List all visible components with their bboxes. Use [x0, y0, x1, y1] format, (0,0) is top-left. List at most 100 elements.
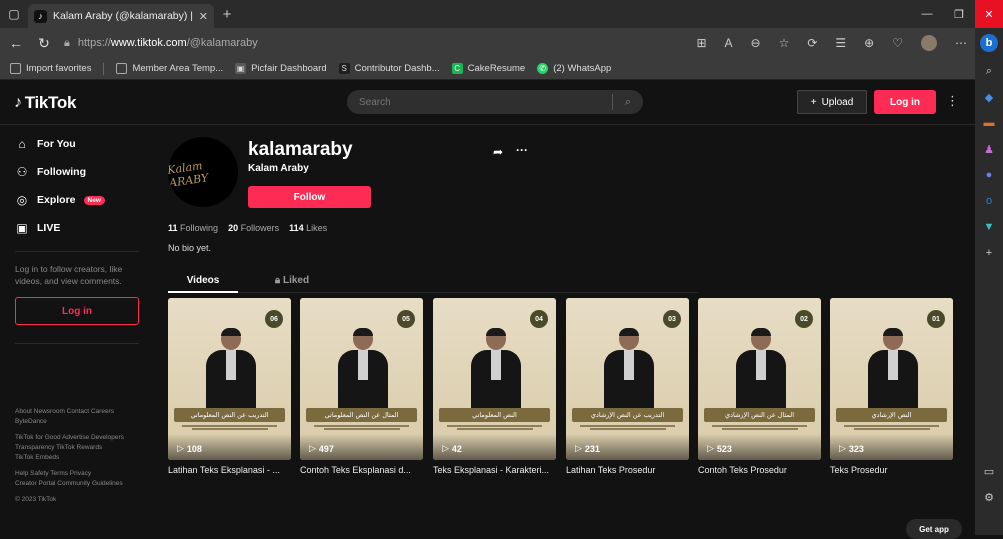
get-app-button[interactable]: Get app — [906, 519, 962, 539]
footer-line-transparency[interactable]: Transparency TikTok Rewards — [15, 443, 145, 453]
play-icon: ▷ — [839, 443, 846, 453]
cakeresume-icon: C — [451, 63, 463, 74]
view-count: ▷ 323 — [839, 443, 864, 454]
footer-line-creator-portal[interactable]: Creator Portal Community Guidelines — [15, 479, 145, 489]
bookmarks-bar: Import favorites Member Area Temp... ▣ P… — [0, 58, 975, 80]
bing-icon[interactable]: b — [980, 34, 998, 52]
video-title[interactable]: Contoh Teks Prosedur — [698, 465, 821, 475]
video-card[interactable]: 05 المثال عن النص المعلوماتي ▷ 497 Contoh Te… — [300, 298, 423, 475]
footer-line-tiktok-for-good[interactable]: TikTok for Good Advertise Developers — [15, 433, 145, 443]
tag-icon[interactable]: ◆ — [982, 90, 996, 104]
add-sidebar-icon[interactable]: + — [982, 246, 996, 260]
footer-line-embeds[interactable]: TikTok Embeds — [15, 453, 145, 463]
presenter-figure — [338, 328, 388, 410]
tab-actions-icon[interactable]: ▢ — [0, 0, 28, 28]
circle-app-icon[interactable]: ● — [982, 168, 996, 182]
back-icon[interactable]: ← — [8, 35, 24, 51]
bookmark-cakeresume[interactable]: C CakeResume — [451, 63, 525, 74]
address-bar: ← ↻ 🔒︎ https://www.tiktok.com/@kalamarab… — [0, 28, 975, 58]
view-count: ▷ 523 — [707, 443, 732, 454]
video-thumbnail[interactable]: 05 المثال عن النص المعلوماتي ▷ 497 — [300, 298, 423, 460]
header-login-button[interactable]: Log in — [874, 90, 936, 114]
edge-sidebar: b ⌕ ◆ ▬ ♟ ● o ▼ + ▭ ⚙ — [975, 28, 1003, 535]
bookmark-contributor[interactable]: S Contributor Dashb... — [338, 63, 440, 74]
grid-icon[interactable]: ⊞ — [696, 36, 706, 50]
extensions-icon[interactable]: ⟳ — [807, 36, 817, 50]
home-icon: ⌂ — [18, 137, 26, 151]
new-tab-button[interactable]: + — [214, 2, 240, 26]
left-navigation: ⌂ For You ⚇ Following ◎ Explore New ▣ LI… — [0, 125, 150, 535]
footer-links: About Newsroom Contact Careers ByteDance… — [15, 407, 145, 505]
footer-line-about[interactable]: About Newsroom Contact Careers — [15, 407, 145, 417]
video-card[interactable]: 03 التدريب عن النص الإرشادي ▷ 231 Latihan Te… — [566, 298, 689, 475]
video-title[interactable]: Latihan Teks Eksplanasi - ... — [168, 465, 291, 475]
active-tab-indicator — [168, 291, 238, 293]
video-thumbnail[interactable]: 03 التدريب عن النص الإرشادي ▷ 231 — [566, 298, 689, 460]
video-card[interactable]: 02 المثال عن النص الإرشادي ▷ 523 Contoh Teks… — [698, 298, 821, 475]
minimize-icon[interactable]: — — [911, 0, 943, 28]
likes-stat: 114 Likes — [289, 223, 328, 233]
live-icon: ▣ — [16, 221, 28, 235]
search-sidebar-icon[interactable]: ⌕ — [982, 64, 996, 78]
video-card[interactable]: 01 النص الإرشادي ▷ 323 Teks Prosedur — [830, 298, 953, 475]
collections-icon[interactable]: ⊕ — [864, 36, 874, 50]
avatar-logo: Kalam ARABY — [168, 159, 210, 190]
video-thumbnail[interactable]: 04 النص المعلوماتي ▷ 42 — [433, 298, 556, 460]
follow-button[interactable]: Follow — [248, 186, 371, 208]
close-window-icon[interactable]: ✕ — [975, 0, 1003, 28]
sidebar-item-live[interactable]: ▣ LIVE — [15, 221, 60, 235]
following-stat[interactable]: 11 Following — [168, 223, 218, 233]
favorites-list-icon[interactable]: ☰ — [835, 36, 846, 50]
following-icon: ⚇ — [16, 165, 28, 179]
heart-icon[interactable]: ♡ — [892, 36, 903, 50]
outlook-icon[interactable]: o — [982, 194, 996, 208]
video-thumbnail[interactable]: 06 التدريب عن النص المعلوماتي ▷ 108 — [168, 298, 291, 460]
share-icon[interactable]: ➦ — [493, 145, 503, 159]
bookmark-member-area[interactable]: Member Area Temp... — [116, 63, 223, 74]
profile-more-icon[interactable]: ··· — [516, 143, 528, 157]
url-field[interactable]: 🔒︎ https://www.tiktok.com/@kalamaraby — [64, 32, 624, 54]
bookmark-picfair[interactable]: ▣ Picfair Dashboard — [235, 63, 327, 74]
window-controls: — ❐ ✕ — [911, 0, 1003, 28]
sidebar-item-for-you[interactable]: ⌂ For You — [15, 137, 75, 151]
video-card[interactable]: 04 النص المعلوماتي ▷ 42 Teks Eksplanasi - Ka… — [433, 298, 556, 475]
tab-close-icon[interactable]: ✕ — [199, 10, 208, 23]
sidebar-item-explore[interactable]: ◎ Explore New — [15, 193, 105, 207]
settings-more-icon[interactable]: ⋯ — [955, 36, 967, 50]
zoom-icon[interactable]: ⊖ — [751, 36, 761, 50]
browser-tab[interactable]: ♪ Kalam Araby (@kalamaraby) | Tik ✕ — [28, 4, 214, 28]
bookmark-whatsapp[interactable]: ✆ (2) WhatsApp — [537, 63, 611, 74]
view-count: ▷ 497 — [309, 443, 334, 454]
sidebar-login-button[interactable]: Log in — [15, 297, 139, 325]
video-thumbnail[interactable]: 01 النص الإرشادي ▷ 323 — [830, 298, 953, 460]
briefcase-icon[interactable]: ▬ — [982, 116, 996, 130]
sidebar-item-following[interactable]: ⚇ Following — [15, 165, 86, 179]
search-input[interactable] — [347, 96, 612, 108]
video-card[interactable]: 06 التدريب عن النص المعلوماتي ▷ 108 Latihan … — [168, 298, 291, 475]
restore-icon[interactable]: ❐ — [943, 0, 975, 28]
video-thumbnail[interactable]: 02 المثال عن النص الإرشادي ▷ 523 — [698, 298, 821, 460]
refresh-icon[interactable]: ↻ — [36, 35, 52, 52]
split-screen-icon[interactable]: ▭ — [982, 464, 996, 478]
video-title[interactable]: Teks Eksplanasi - Karakteri... — [433, 465, 556, 475]
tab-videos[interactable]: Videos — [168, 275, 238, 286]
upload-button[interactable]: + Upload — [797, 90, 867, 114]
footer-line-help[interactable]: Help Safety Terms Privacy — [15, 469, 145, 479]
bookmark-import-favorites[interactable]: Import favorites — [10, 63, 91, 74]
favorite-icon[interactable]: ☆ — [779, 36, 790, 50]
video-title[interactable]: Latihan Teks Prosedur — [566, 465, 689, 475]
more-options-icon[interactable]: ⋮ — [946, 93, 959, 109]
send-icon[interactable]: ▼ — [982, 220, 996, 234]
tiktok-logo[interactable]: ♪ TikTok — [14, 93, 76, 113]
read-aloud-icon[interactable]: A — [725, 36, 733, 50]
sidebar-settings-icon[interactable]: ⚙ — [982, 490, 996, 504]
followers-stat[interactable]: 20 Followers — [228, 223, 279, 233]
profile-avatar-icon[interactable] — [921, 35, 937, 51]
search-icon[interactable]: ⌕ — [613, 96, 643, 109]
video-title[interactable]: Contoh Teks Eksplanasi d... — [300, 465, 423, 475]
video-title[interactable]: Teks Prosedur — [830, 465, 953, 475]
people-icon[interactable]: ♟ — [982, 142, 996, 156]
lock-small-icon: 🔒︎ — [274, 275, 281, 286]
tab-liked[interactable]: 🔒︎ Liked — [252, 275, 332, 286]
footer-line-bytedance[interactable]: ByteDance — [15, 417, 145, 427]
